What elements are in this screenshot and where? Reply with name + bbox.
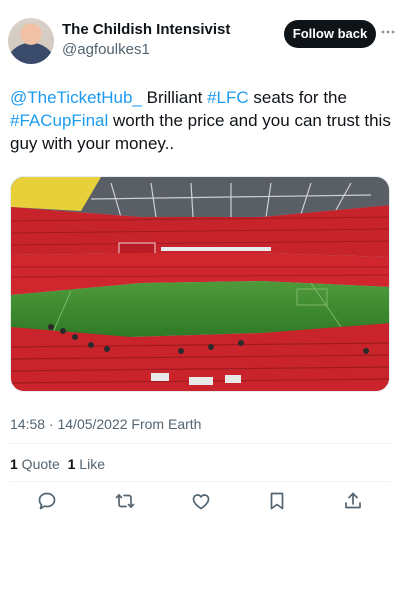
tweet-photo[interactable] xyxy=(10,176,390,392)
like-icon[interactable] xyxy=(190,490,212,512)
divider xyxy=(10,481,390,482)
hashtag-link-facupfinal[interactable]: #FACupFinal xyxy=(10,111,108,130)
bookmark-icon[interactable] xyxy=(266,490,288,512)
tweet-actions xyxy=(36,490,366,516)
tweet-text: @TheTicketHub_ Brilliant #LFC seats for … xyxy=(10,86,394,155)
display-name[interactable]: The Childish Intensivist xyxy=(62,20,230,40)
avatar[interactable] xyxy=(8,18,54,64)
reply-icon[interactable] xyxy=(36,490,58,512)
follow-back-button[interactable]: Follow back xyxy=(284,20,376,48)
user-handle[interactable]: @agfoulkes1 xyxy=(62,40,230,60)
retweet-icon[interactable] xyxy=(114,490,136,512)
tweet-text-part: seats for the xyxy=(248,88,347,107)
tweet-header: The Childish Intensivist @agfoulkes1 Fol… xyxy=(8,14,395,66)
tweet-stats: 1 Quote 1 Like xyxy=(10,454,105,474)
like-label[interactable]: Like xyxy=(75,456,105,472)
share-icon[interactable] xyxy=(342,490,364,512)
author-names: The Childish Intensivist @agfoulkes1 xyxy=(62,20,230,60)
quote-label[interactable]: Quote xyxy=(18,456,60,472)
more-dots-icon[interactable] xyxy=(380,24,396,40)
hashtag-link-lfc[interactable]: #LFC xyxy=(207,88,249,107)
mention-link[interactable]: @TheTicketHub_ xyxy=(10,88,142,107)
tweet-timestamp[interactable]: 14:58 · 14/05/2022 From Earth xyxy=(10,414,201,434)
divider xyxy=(10,443,390,444)
tweet-text-part: Brilliant xyxy=(141,88,208,107)
quote-count[interactable]: 1 xyxy=(10,456,18,472)
